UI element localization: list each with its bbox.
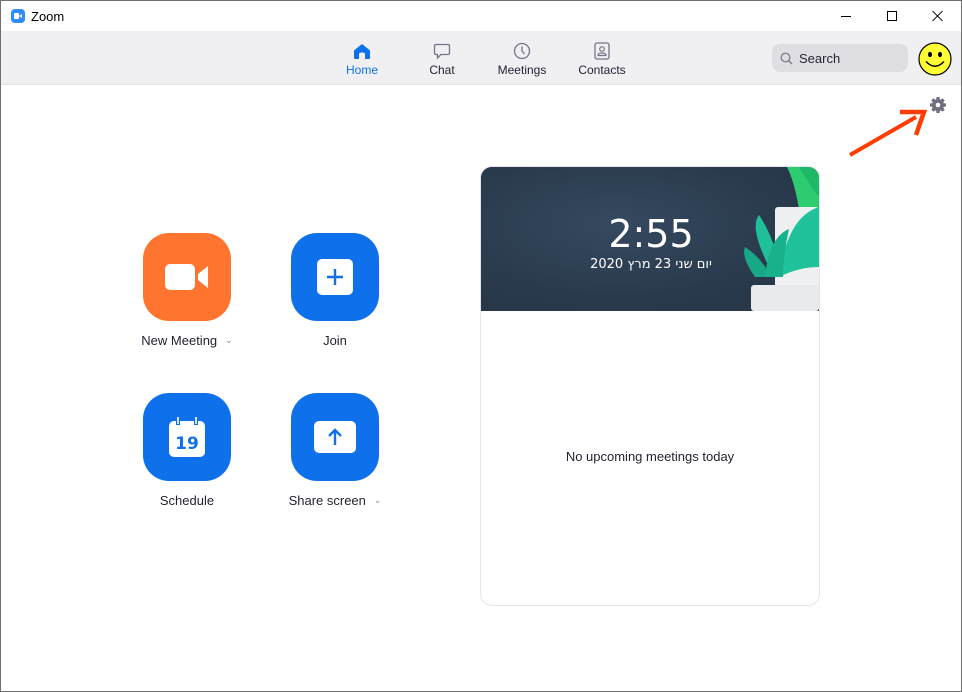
close-button[interactable] — [915, 1, 961, 31]
minimize-button[interactable] — [823, 1, 869, 31]
upload-arrow-icon — [314, 421, 356, 453]
close-icon — [932, 10, 944, 22]
plant-illustration-icon — [744, 167, 819, 311]
schedule-tile[interactable]: 19 — [143, 393, 231, 481]
current-time: 2:55 — [608, 212, 694, 256]
share-screen-label: Share screen — [288, 493, 366, 508]
minimize-icon — [841, 15, 851, 17]
chevron-down-icon[interactable]: ⌄ — [225, 335, 233, 346]
avatar[interactable] — [918, 42, 952, 76]
new-meeting-button[interactable]: New Meeting ⌄ — [117, 233, 257, 348]
annotation-arrow-icon — [849, 109, 928, 157]
tab-meetings[interactable]: Meetings — [482, 31, 562, 85]
card-header: 2:55 יום שני 23 מרץ 2020 — [481, 167, 819, 311]
zoom-window: Zoom Home Chat Meetings Contacts Search … — [0, 0, 962, 692]
gear-icon[interactable] — [929, 96, 947, 114]
tab-meetings-label: Meetings — [497, 63, 547, 77]
tab-chat-label: Chat — [429, 63, 455, 77]
tab-contacts-label: Contacts — [578, 63, 626, 77]
home-icon — [352, 42, 372, 60]
tab-home-label: Home — [345, 63, 378, 77]
calendar-icon: 19 — [169, 417, 205, 457]
share-screen-button[interactable]: Share screen ⌄ — [265, 393, 405, 508]
schedule-label: Schedule — [159, 493, 215, 508]
upcoming-meetings-card: 2:55 יום שני 23 מרץ 2020 No upcoming mee… — [480, 166, 820, 606]
search-input[interactable] — [799, 50, 899, 66]
window-title: Zoom — [31, 9, 65, 24]
maximize-icon — [887, 11, 897, 21]
join-button[interactable]: Join — [265, 233, 405, 348]
share-screen-tile[interactable] — [291, 393, 379, 481]
calendar-day: 19 — [175, 434, 199, 454]
tab-contacts[interactable]: Contacts — [562, 31, 642, 85]
chat-bubble-icon — [432, 42, 452, 60]
chevron-down-icon[interactable]: ⌄ — [374, 495, 382, 506]
zoom-app-icon — [11, 9, 25, 23]
no-meetings-message: No upcoming meetings today — [565, 449, 735, 464]
plus-icon — [317, 259, 353, 295]
video-camera-icon — [165, 264, 208, 290]
new-meeting-label: New Meeting — [141, 333, 218, 348]
tab-home[interactable]: Home — [322, 31, 402, 85]
current-date: יום שני 23 מרץ 2020 — [590, 257, 712, 272]
new-meeting-tile[interactable] — [143, 233, 231, 321]
search-box[interactable] — [772, 44, 908, 72]
tab-chat[interactable]: Chat — [402, 31, 482, 85]
top-navigation: Home Chat Meetings Contacts — [1, 31, 961, 85]
join-tile[interactable] — [291, 233, 379, 321]
clock-icon — [512, 42, 532, 60]
maximize-button[interactable] — [869, 1, 915, 31]
title-bar: Zoom — [1, 1, 961, 31]
search-icon — [780, 52, 793, 64]
schedule-button[interactable]: 19 Schedule — [117, 393, 257, 508]
contact-card-icon — [592, 42, 612, 60]
join-label: Join — [323, 333, 347, 348]
